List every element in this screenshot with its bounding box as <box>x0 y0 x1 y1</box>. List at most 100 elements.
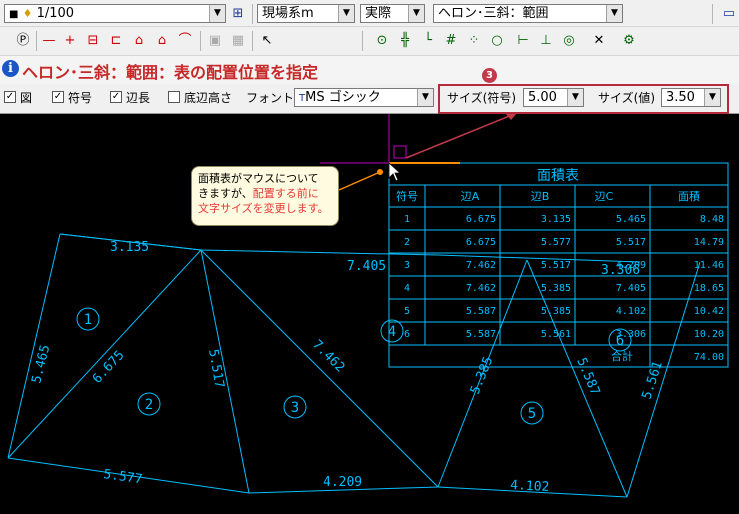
table-cell: 5.577 <box>541 237 571 248</box>
step-marker: 3 <box>482 68 497 83</box>
window-icon[interactable]: ▭ <box>720 5 738 23</box>
table-header-cell: 辺A <box>461 190 480 203</box>
arc-tool-icon[interactable]: ⌒ <box>176 32 194 50</box>
snap-circle-icon[interactable]: ○ <box>488 32 506 50</box>
table-cell: 5.385 <box>541 306 571 317</box>
separator <box>712 4 713 24</box>
table-header-cell: 符号 <box>396 190 418 203</box>
scale-mode-value: 実際 <box>365 6 392 21</box>
command-combo[interactable]: ヘロン･三斜：範囲 ▼ <box>433 4 623 23</box>
table-header-cell: 面積 <box>678 189 700 203</box>
snap-arc-icon[interactable]: ◎ <box>560 32 578 50</box>
table-cell: 6.675 <box>466 214 496 225</box>
chevron-down-icon[interactable]: ▼ <box>606 5 622 22</box>
parking-icon[interactable]: Ⓟ <box>14 32 32 50</box>
side-length-label: 辺長 <box>126 91 151 105</box>
chevron-down-icon[interactable]: ▼ <box>209 5 225 22</box>
layer-swatch-icon: ■ <box>9 9 19 20</box>
bulb-icon: ♦ <box>22 7 33 20</box>
coord-system-value: 現場系m <box>262 6 314 21</box>
font-combo[interactable]: TMS ゴシック ▼ <box>294 88 434 107</box>
split-tool-icon[interactable]: ⊏ <box>107 32 125 50</box>
chevron-down-icon[interactable]: ▼ <box>408 5 424 22</box>
house-tool-icon[interactable]: ⌂ <box>153 32 171 50</box>
table-cell: 5.587 <box>466 329 496 340</box>
snap-point-icon[interactable]: ⁘ <box>465 32 483 50</box>
toolbar-row-2: Ⓟ — + ⊟ ⊏ ⌂ ⌂ ⌒ ▣ ▦ ↖ ⊙ ╬ └ # ⁘ ○ ⊢ ⊥ ◎ … <box>0 27 739 56</box>
table-cell: 5.517 <box>541 260 571 271</box>
fig-checkbox[interactable]: ✓ <box>4 91 16 103</box>
instruction-bar: i ヘロン･三斜：範囲：表の配置位置を指定 <box>0 56 739 84</box>
table-cell: 7.462 <box>466 283 496 294</box>
symbol-checkbox[interactable]: ✓ <box>52 91 64 103</box>
base-height-checkbox[interactable] <box>168 91 180 103</box>
table-cell: 6.675 <box>466 237 496 248</box>
length-labels: 3.135 7.405 5.465 6.675 5.517 7.462 5.38… <box>29 240 666 495</box>
table-cell: 3.135 <box>541 214 571 225</box>
line-tool-icon[interactable]: — <box>40 32 58 50</box>
table-cell: 14.79 <box>694 237 724 248</box>
layer-settings-icon[interactable]: ⊞ <box>229 5 247 23</box>
snap-center-icon[interactable]: ⊙ <box>373 32 391 50</box>
callout-line: 文字サイズを変更します。 <box>198 202 329 215</box>
coord-system-combo[interactable]: 現場系m ▼ <box>257 4 355 23</box>
toolbar-row-1: ■ ♦ 1/100 ▼ ⊞ 現場系m ▼ 実際 ▼ ヘロン･三斜：範囲 ▼ ▭ <box>0 0 739 27</box>
length-label: 5.587 <box>573 356 602 398</box>
snap-mid-icon[interactable]: ⊥ <box>537 32 555 50</box>
snap-grid-icon[interactable]: # <box>442 32 460 50</box>
font-label: フォント <box>246 91 295 105</box>
pointer-icon[interactable]: ↖ <box>258 32 276 50</box>
edge-5561 <box>626 261 701 498</box>
table-cell: 11.46 <box>694 260 724 271</box>
callout-emphasis: 配置する前に <box>252 187 319 200</box>
hint-callout: 面積表がマウスについて きますが、配置する前に 文字サイズを変更します。 <box>191 166 339 226</box>
table-cell: 5.385 <box>541 283 571 294</box>
separator <box>36 31 37 51</box>
info-icon: i <box>2 60 19 77</box>
table-cell: 5 <box>404 306 410 317</box>
region-number: 5 <box>528 406 536 422</box>
layer-combo[interactable]: ■ ♦ 1/100 ▼ <box>4 4 226 23</box>
frame-tool-icon[interactable]: ▣ <box>206 32 224 50</box>
length-label: 4.209 <box>323 475 362 490</box>
table-cell: 3.306 <box>616 329 646 340</box>
snap-off-icon[interactable]: ✕ <box>590 32 608 50</box>
region-number: 1 <box>84 312 92 328</box>
side-length-checkbox[interactable]: ✓ <box>110 91 122 103</box>
table-cell: 3 <box>404 260 410 271</box>
table-cell: 5.517 <box>616 237 646 248</box>
callout-text: きますが、 <box>198 187 253 200</box>
table-header-cell: 辺C <box>595 190 614 203</box>
mouse-cursor-icon <box>388 162 402 182</box>
region-number: 3 <box>291 400 299 416</box>
callout-line: きますが、配置する前に <box>198 186 332 201</box>
length-label: 5.385 <box>468 355 497 397</box>
cross-line-tool-icon[interactable]: + <box>61 32 79 50</box>
table-cell: 4.102 <box>616 306 646 317</box>
chevron-down-icon[interactable]: ▼ <box>417 89 433 106</box>
snap-corner-icon[interactable]: └ <box>419 32 437 50</box>
callout-leader <box>338 171 381 191</box>
rect-tool-icon[interactable]: ⊟ <box>84 32 102 50</box>
crosshair <box>320 114 513 164</box>
size-highlight-frame <box>438 84 729 114</box>
table-cell: 5.465 <box>616 214 646 225</box>
length-label: 3.135 <box>110 240 149 255</box>
snap-cross-icon[interactable]: ╬ <box>396 32 414 50</box>
command-value: ヘロン･三斜：範囲 <box>438 6 549 21</box>
separator <box>200 31 201 51</box>
cad-canvas[interactable]: 3.135 7.405 5.465 6.675 5.517 7.462 5.38… <box>0 114 739 514</box>
grid-tool-icon[interactable]: ▦ <box>229 32 247 50</box>
table-cell: 1 <box>404 214 410 225</box>
table-cell: 4 <box>404 283 410 294</box>
separator <box>252 31 253 51</box>
length-label: 7.405 <box>347 259 386 274</box>
pentagon-tool-icon[interactable]: ⌂ <box>130 32 148 50</box>
table-cell: 4.209 <box>616 260 646 271</box>
snap-line-icon[interactable]: ⊢ <box>514 32 532 50</box>
chevron-down-icon[interactable]: ▼ <box>338 5 354 22</box>
region-number: 2 <box>145 397 153 413</box>
snap-settings-icon[interactable]: ⚙ <box>620 32 638 50</box>
edge-7462 <box>200 249 439 488</box>
scale-mode-combo[interactable]: 実際 ▼ <box>360 4 425 23</box>
